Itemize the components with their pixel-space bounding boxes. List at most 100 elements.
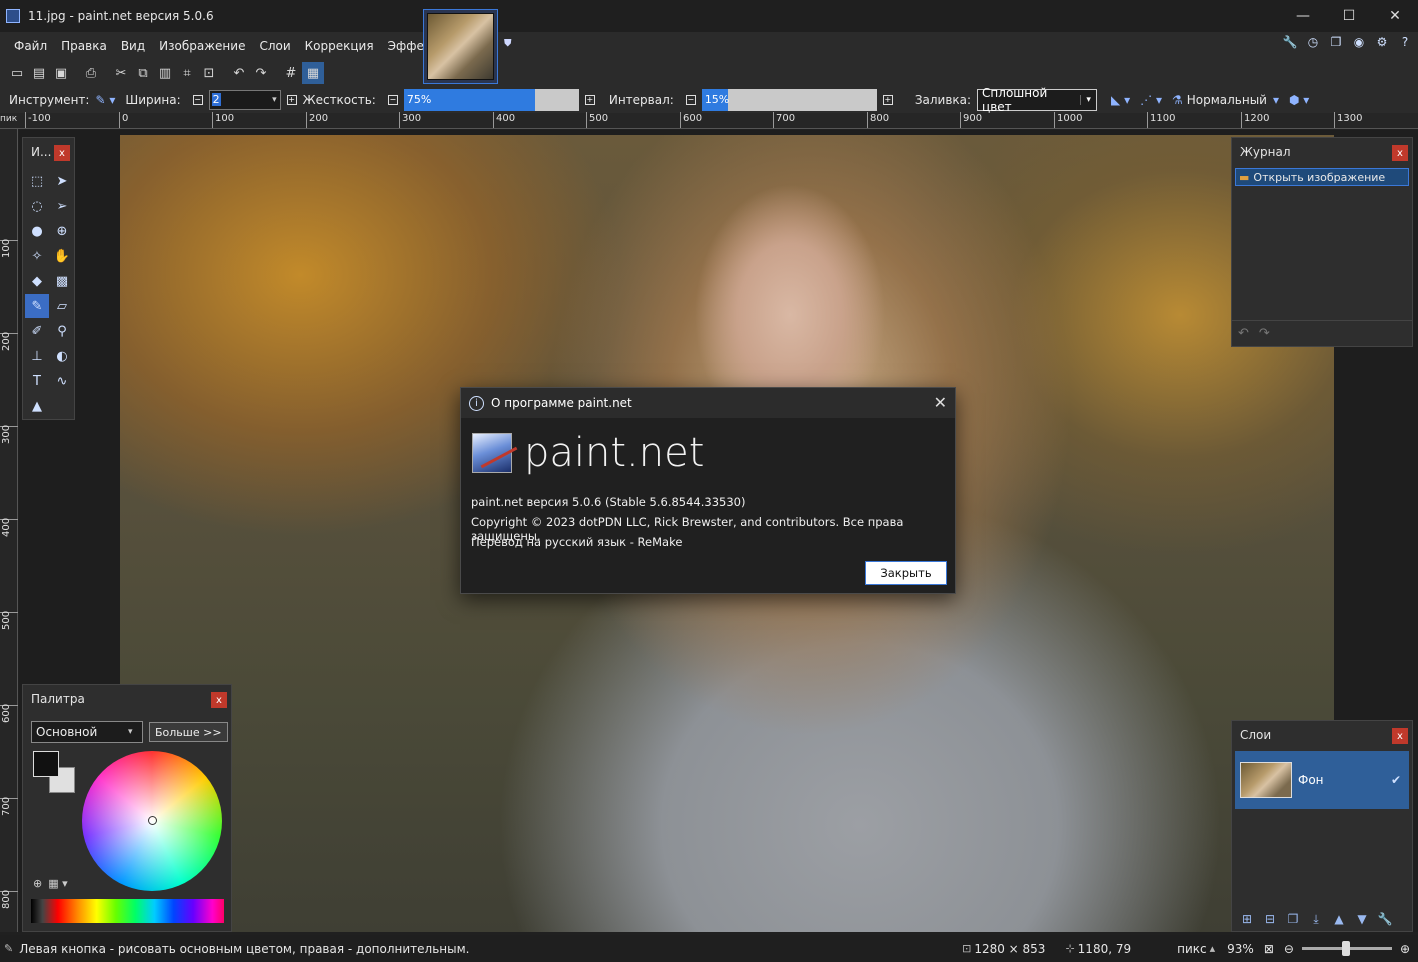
magic-wand-icon[interactable]: ✧ xyxy=(25,244,49,268)
redo-icon[interactable]: ↷ xyxy=(250,62,272,84)
text-icon[interactable]: T xyxy=(25,369,49,393)
selection-mode-icon[interactable]: ⋰ ▾ xyxy=(1140,93,1162,107)
ellipse-select-icon[interactable]: ● xyxy=(25,219,49,243)
palette-swatches[interactable] xyxy=(31,899,224,923)
paintbrush-tool-icon[interactable]: ✎ ▾ xyxy=(95,93,115,107)
close-window-button[interactable]: ✕ xyxy=(1372,0,1418,32)
history-close-button[interactable]: x xyxy=(1392,145,1408,161)
fill-select[interactable]: Сплошной цвет ▾ xyxy=(977,86,1098,114)
primary-color-swatch[interactable] xyxy=(33,751,59,777)
copy-icon[interactable]: ⧉ xyxy=(132,62,154,84)
ruler-icon[interactable]: ▦ xyxy=(302,62,324,84)
color-picker-icon[interactable]: ⚲ xyxy=(50,319,74,343)
history-item[interactable]: ▬ Открыть изображение xyxy=(1235,168,1409,186)
palette-close-button[interactable]: x xyxy=(211,692,227,708)
menu-layers[interactable]: Слои xyxy=(252,39,297,53)
colors-window-icon[interactable]: ◉ xyxy=(1350,33,1368,51)
delete-layer-icon[interactable]: ⊟ xyxy=(1261,910,1279,928)
print-icon[interactable]: ⎙ xyxy=(80,62,102,84)
layer-visibility-checkbox[interactable]: ✔ xyxy=(1391,773,1401,787)
history-window-icon[interactable]: ◷ xyxy=(1304,33,1322,51)
chevron-down-icon[interactable]: ▾ xyxy=(1080,94,1096,105)
menu-view[interactable]: Вид xyxy=(114,39,152,53)
eraser-icon[interactable]: ▱ xyxy=(50,294,74,318)
history-redo-icon[interactable]: ↷ xyxy=(1259,326,1270,341)
menu-file[interactable]: Файл xyxy=(7,39,54,53)
open-icon[interactable]: ▤ xyxy=(28,62,50,84)
layers-window-icon[interactable]: ❐ xyxy=(1327,33,1345,51)
zoom-out-icon[interactable]: ⊖ xyxy=(1284,942,1294,956)
move-layer-down-icon[interactable]: ▼ xyxy=(1353,910,1371,928)
layer-row[interactable]: Фон ✔ xyxy=(1235,751,1409,809)
blend-mode-icon[interactable]: ⚗ xyxy=(1172,93,1183,107)
minimize-button[interactable]: — xyxy=(1280,0,1326,32)
pencil-icon[interactable]: ✐ xyxy=(25,319,49,343)
close-button[interactable]: Закрыть xyxy=(865,561,947,585)
unit-select[interactable]: пикс ▴ xyxy=(1177,942,1215,956)
hardness-slider[interactable]: 75% xyxy=(403,88,579,111)
interval-increase-button[interactable]: + xyxy=(882,94,893,105)
merge-layer-down-icon[interactable]: ⤓ xyxy=(1307,910,1325,928)
width-decrease-button[interactable]: − xyxy=(192,94,203,105)
menu-adjustments[interactable]: Коррекция xyxy=(298,39,381,53)
clone-stamp-icon[interactable]: ⊥ xyxy=(25,344,49,368)
blend-mode-value[interactable]: Нормальный xyxy=(1187,93,1267,107)
paste-icon[interactable]: ▥ xyxy=(154,62,176,84)
move-selection-icon[interactable]: ➢ xyxy=(50,194,74,218)
gradient-icon[interactable]: ▩ xyxy=(50,269,74,293)
zoom-fit-icon[interactable]: ⊠ xyxy=(1264,942,1274,956)
palette-color-select[interactable]: Основной ▾ xyxy=(31,721,143,743)
cut-icon[interactable]: ✂ xyxy=(110,62,132,84)
menu-image[interactable]: Изображение xyxy=(152,39,252,53)
paintbrush-icon[interactable]: ✎ xyxy=(25,294,49,318)
history-panel-header[interactable]: Журнал xyxy=(1232,138,1412,166)
close-icon[interactable]: ✕ xyxy=(934,393,947,412)
pan-icon[interactable]: ✋ xyxy=(50,244,74,268)
chevron-up-icon[interactable]: ▴ xyxy=(1210,942,1216,955)
recolor-icon[interactable]: ◐ xyxy=(50,344,74,368)
lasso-select-icon[interactable]: ◌ xyxy=(25,194,49,218)
help-icon[interactable]: ? xyxy=(1396,33,1414,51)
duplicate-layer-icon[interactable]: ❐ xyxy=(1284,910,1302,928)
tools-close-button[interactable]: x xyxy=(54,145,70,161)
history-undo-icon[interactable]: ↶ xyxy=(1238,326,1249,341)
zoom-icon[interactable]: ⊕ xyxy=(50,219,74,243)
color-wheel-cursor[interactable] xyxy=(148,816,157,825)
zoom-slider[interactable] xyxy=(1301,941,1392,956)
rectangle-select-icon[interactable]: ⬚ xyxy=(25,169,49,193)
undo-icon[interactable]: ↶ xyxy=(228,62,250,84)
zoom-value[interactable]: 93% xyxy=(1227,942,1254,956)
palette-panel-header[interactable]: Палитра xyxy=(23,685,231,713)
deselect-icon[interactable]: ⊡ xyxy=(198,62,220,84)
width-input[interactable]: 2 ▾ xyxy=(208,89,281,110)
tools-window-icon[interactable]: 🔧 xyxy=(1281,33,1299,51)
width-increase-button[interactable]: + xyxy=(286,94,297,105)
new-icon[interactable]: ▭ xyxy=(6,62,28,84)
move-layer-up-icon[interactable]: ▲ xyxy=(1330,910,1348,928)
layer-properties-icon[interactable]: 🔧 xyxy=(1376,910,1394,928)
menu-edit[interactable]: Правка xyxy=(54,39,114,53)
antialiasing-icon[interactable]: ◣ ▾ xyxy=(1111,93,1130,107)
tab-list-icon[interactable]: ⛊ xyxy=(504,38,512,49)
add-layer-icon[interactable]: ⊞ xyxy=(1238,910,1256,928)
crop-icon[interactable]: ⌗ xyxy=(176,62,198,84)
blend-dropdown-icon[interactable]: ▾ xyxy=(1273,93,1279,107)
palette-menu-icon[interactable]: ▦ ▾ xyxy=(48,877,67,890)
grid-icon[interactable]: # xyxy=(280,62,302,84)
image-tab-thumbnail[interactable] xyxy=(423,9,498,84)
zoom-slider-knob[interactable] xyxy=(1341,941,1350,956)
settings-icon[interactable]: ⚙ xyxy=(1373,33,1391,51)
paint-bucket-icon[interactable]: ◆ xyxy=(25,269,49,293)
alpha-mode-icon[interactable]: ⬢ ▾ xyxy=(1289,93,1309,107)
hardness-increase-button[interactable]: + xyxy=(584,94,595,105)
layers-panel-header[interactable]: Слои xyxy=(1232,721,1412,749)
chevron-down-icon[interactable]: ▾ xyxy=(272,95,277,105)
line-curve-icon[interactable]: ∿ xyxy=(50,369,74,393)
zoom-in-icon[interactable]: ⊕ xyxy=(1400,942,1410,956)
hardness-decrease-button[interactable]: − xyxy=(387,94,398,105)
more-button[interactable]: Больше >> xyxy=(149,722,228,742)
chevron-down-icon[interactable]: ▾ xyxy=(128,727,142,737)
maximize-button[interactable]: ☐ xyxy=(1326,0,1372,32)
interval-slider[interactable]: 15% xyxy=(701,88,877,111)
move-selected-icon[interactable]: ➤ xyxy=(50,169,74,193)
